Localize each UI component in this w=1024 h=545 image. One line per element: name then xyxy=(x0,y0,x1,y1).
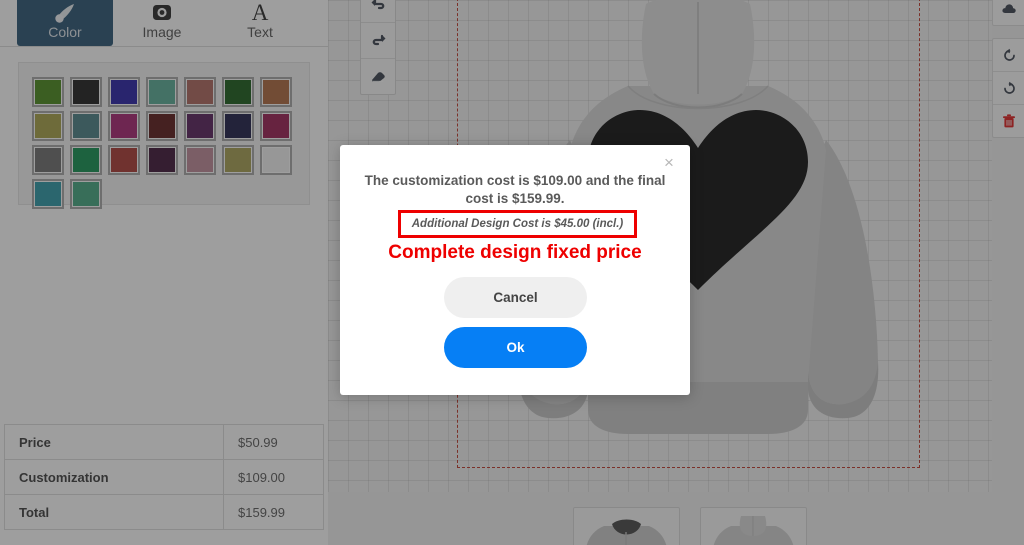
cancel-button[interactable]: Cancel xyxy=(444,277,587,318)
fixed-price-note: Complete design fixed price xyxy=(388,242,642,263)
design-cost-text: Additional Design Cost is $45.00 (incl.) xyxy=(411,218,624,230)
design-cost-highlight-box: Additional Design Cost is $45.00 (incl.) xyxy=(398,210,637,238)
modal-message: The customization cost is $109.00 and th… xyxy=(364,173,666,206)
app-root: Color Image A Text Price $50.99 Customiz… xyxy=(0,0,1024,545)
ok-button[interactable]: Ok xyxy=(444,327,587,368)
close-icon[interactable]: × xyxy=(660,153,678,171)
cost-confirmation-dialog: × The customization cost is $109.00 and … xyxy=(340,145,690,395)
